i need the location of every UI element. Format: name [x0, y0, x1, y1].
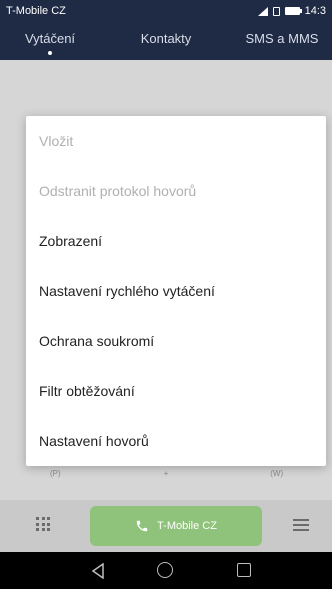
menu-item-harassment-filter[interactable]: Filtr obtěžování	[26, 366, 326, 416]
menu-icon[interactable]	[293, 519, 309, 531]
menu-item-call-settings[interactable]: Nastavení hovorů	[26, 416, 326, 466]
menu-item-display[interactable]: Zobrazení	[26, 216, 326, 266]
navigation-bar	[0, 552, 332, 589]
back-icon[interactable]	[91, 563, 105, 579]
bottom-bar: T-Mobile CZ	[0, 500, 332, 552]
sim-icon	[272, 6, 280, 16]
recents-icon[interactable]	[237, 563, 251, 577]
tab-contacts[interactable]: Kontakty	[116, 22, 216, 60]
call-button-label: T-Mobile CZ	[157, 520, 217, 532]
key-star-sub: (P)	[50, 469, 61, 478]
active-tab-indicator	[48, 51, 52, 55]
carrier-name: T-Mobile CZ	[6, 5, 66, 17]
dialpad-icon[interactable]	[36, 517, 50, 531]
tab-messages[interactable]: SMS a MMS	[232, 22, 332, 60]
signal-icon	[257, 6, 268, 16]
key-zero-sub: +	[163, 469, 169, 478]
menu-item-paste[interactable]: Vložit	[26, 116, 326, 166]
tab-bar: Vytáčení Kontakty SMS a MMS	[0, 22, 332, 60]
menu-item-delete-call-log[interactable]: Odstranit protokol hovorů	[26, 166, 326, 216]
overflow-menu: Vložit Odstranit protokol hovorů Zobraze…	[26, 116, 326, 466]
battery-icon	[284, 7, 302, 15]
call-button[interactable]: T-Mobile CZ	[90, 506, 262, 546]
menu-item-speed-dial-settings[interactable]: Nastavení rychlého vytáčení	[26, 266, 326, 316]
status-icons: 14:3	[257, 5, 326, 17]
phone-icon	[136, 520, 148, 532]
status-time: 14:3	[304, 5, 326, 17]
status-bar: T-Mobile CZ 14:3	[0, 0, 332, 22]
home-icon[interactable]	[157, 562, 173, 578]
key-hash-sub: (W)	[270, 469, 284, 478]
menu-item-privacy[interactable]: Ochrana soukromí	[26, 316, 326, 366]
